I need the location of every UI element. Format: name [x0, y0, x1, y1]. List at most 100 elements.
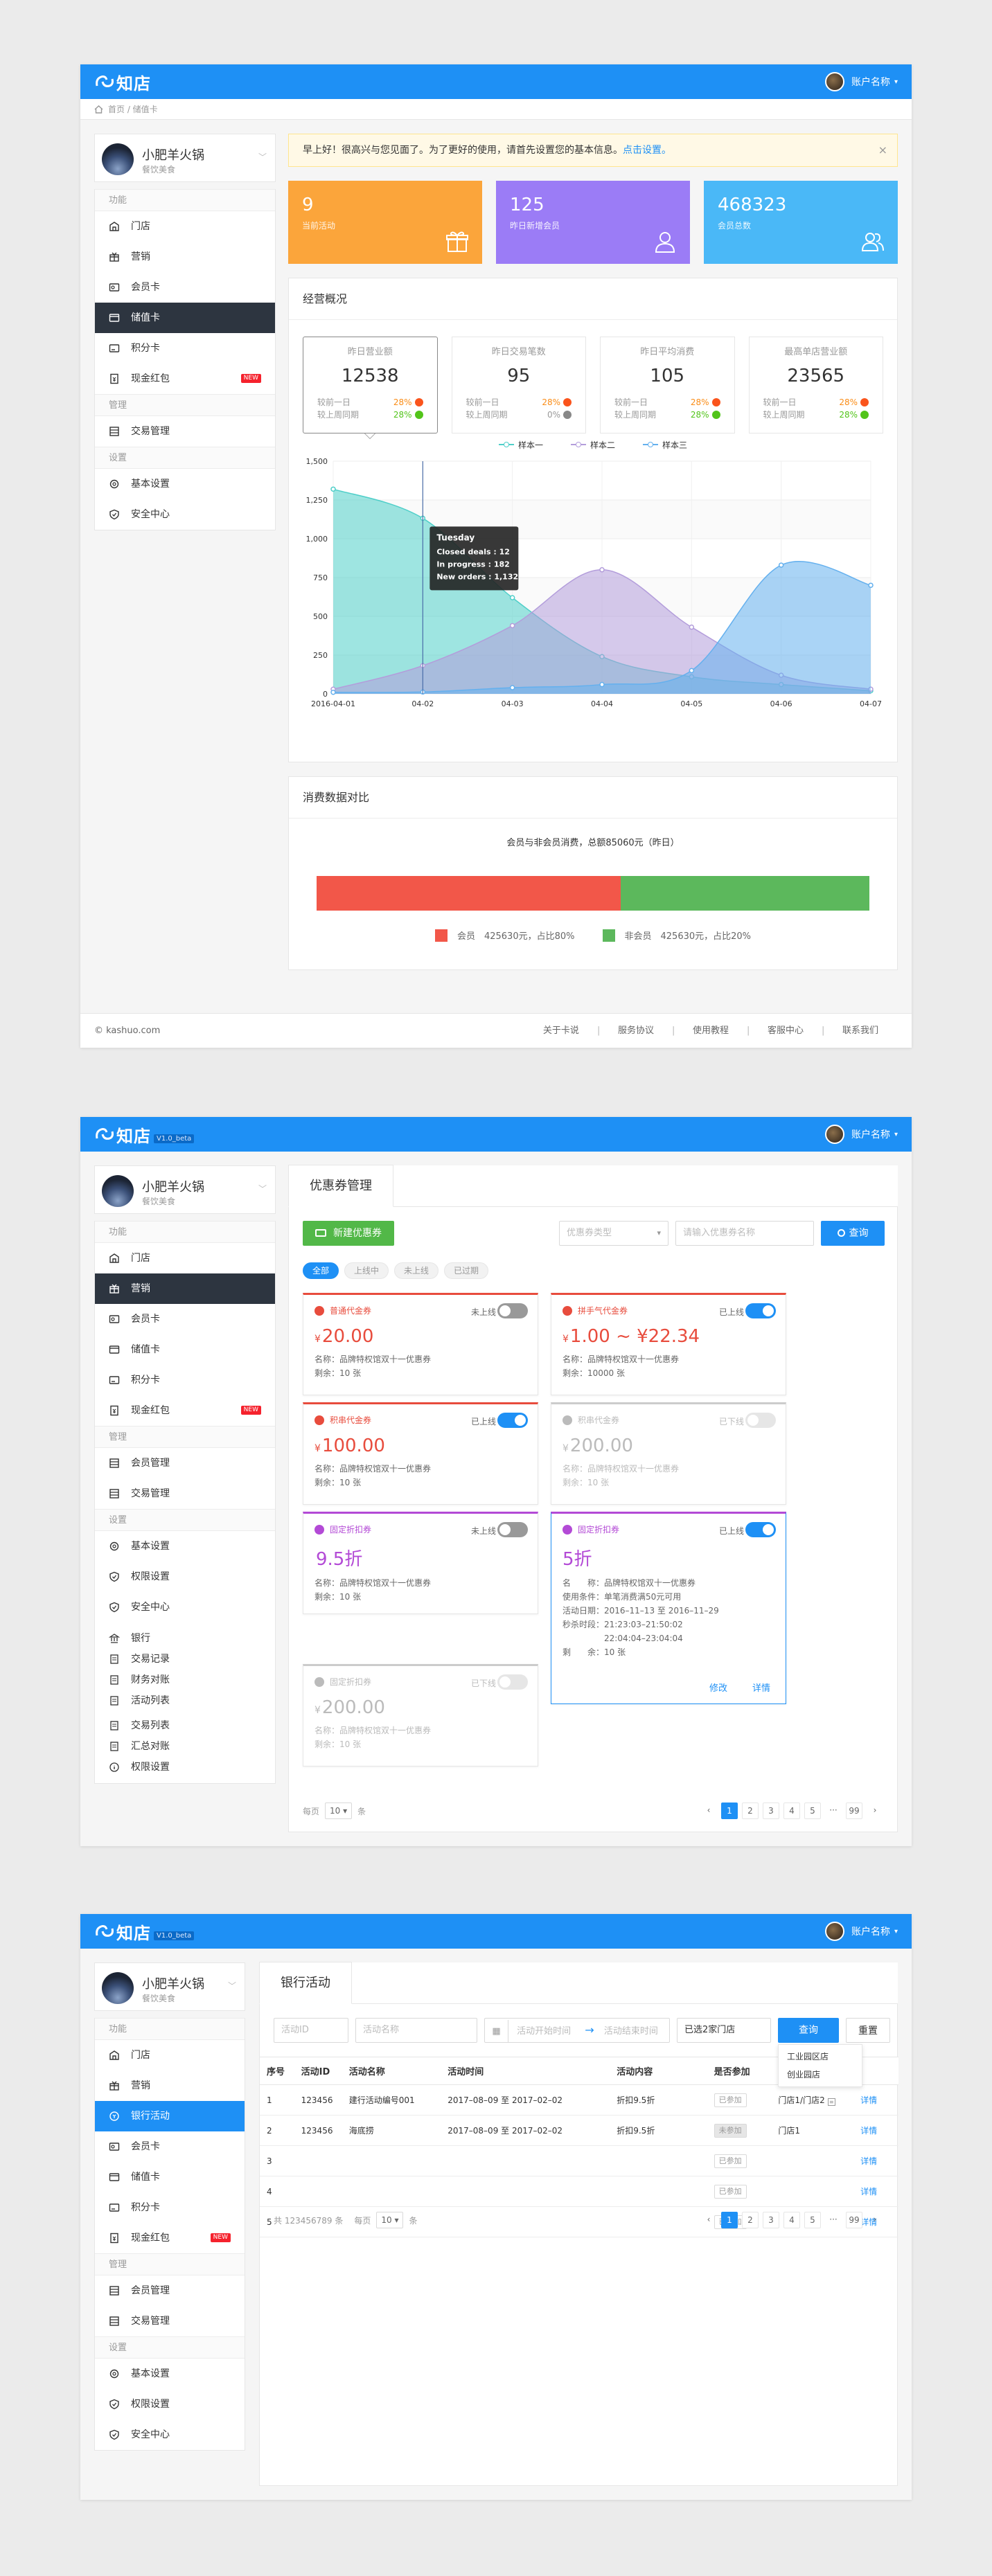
- footer-link-1[interactable]: 服务协议: [597, 1014, 673, 1048]
- stat-card-1[interactable]: 125 昨日新增会员: [496, 181, 690, 264]
- detail-link[interactable]: 详情: [860, 2126, 877, 2136]
- page-4[interactable]: 4: [783, 2212, 800, 2228]
- sidebar-item-items1-3[interactable]: 会员卡: [95, 2131, 245, 2162]
- tab-coupon-management[interactable]: 优惠券管理: [288, 1165, 393, 1207]
- sidebar-item-items1-5[interactable]: 现金红包 NEW: [95, 364, 275, 394]
- sidebar-item-extra-1[interactable]: 交易记录: [95, 1649, 275, 1670]
- store-list-icon[interactable]: ≡: [827, 2098, 835, 2106]
- sidebar-item-items1-5[interactable]: 现金红包 NEW: [95, 1395, 275, 1426]
- sidebar-item-items3-0[interactable]: 基本设置: [95, 2359, 245, 2389]
- next-page-button[interactable]: ›: [867, 1803, 883, 1819]
- sidebar-item-items1-2[interactable]: 会员卡: [95, 1304, 275, 1334]
- page-99[interactable]: 99: [846, 1803, 862, 1819]
- kpi-card-2[interactable]: 昨日平均消费 105 较前一日 28% 较上周同期 28%: [600, 337, 735, 433]
- filter-chip-1[interactable]: 上线中: [344, 1262, 389, 1279]
- sidebar-item-items3-2[interactable]: 安全中心: [95, 1592, 275, 1622]
- page-1[interactable]: 1: [721, 1803, 738, 1819]
- close-icon[interactable]: ×: [878, 134, 887, 166]
- coupon-card-2[interactable]: 积串代金券 已上线 ¥100.00 名称：品牌特权馆双十一优惠券 剩余：10 张: [303, 1402, 538, 1505]
- sidebar-item-extra-6[interactable]: 权限设置: [95, 1757, 275, 1778]
- per-page-select[interactable]: 10 ▾: [376, 2212, 404, 2228]
- reset-button[interactable]: 重置: [846, 2018, 890, 2043]
- sidebar-item-items1-0[interactable]: 门店: [95, 211, 275, 242]
- detail-link[interactable]: 详情: [860, 2156, 877, 2166]
- sidebar-item-items1-1[interactable]: 营销: [95, 242, 275, 272]
- notice-setup-link[interactable]: 点击设置。: [623, 145, 671, 156]
- sidebar-item-items3-0[interactable]: 基本设置: [95, 469, 275, 499]
- sidebar-item-items1-1[interactable]: 营销: [95, 2070, 245, 2101]
- coupon-online-toggle[interactable]: [497, 1413, 528, 1428]
- sidebar-item-items3-2[interactable]: 安全中心: [95, 2420, 245, 2450]
- filter-chip-0[interactable]: 全部: [303, 1262, 339, 1279]
- stat-card-0[interactable]: 9 当前活动: [288, 181, 482, 264]
- home-icon[interactable]: [94, 105, 103, 114]
- footer-link-0[interactable]: 关于卡说: [524, 1014, 599, 1048]
- account-menu[interactable]: 账户名称 ▾: [824, 1125, 898, 1144]
- per-page-select[interactable]: 10 ▾: [325, 1803, 353, 1819]
- filter-chip-2[interactable]: 未上线: [394, 1262, 439, 1279]
- footer-link-3[interactable]: 客服中心: [747, 1014, 823, 1048]
- legend-item-2[interactable]: 样本三: [643, 438, 687, 451]
- coupon-card-5[interactable]: 固定折扣券 已下线 ¥200.00 名称：品牌特权馆双十一优惠券 剩余：10 张: [303, 1664, 538, 1766]
- footer-link-4[interactable]: 联系我们: [822, 1014, 898, 1048]
- date-range-picker[interactable]: ▦ 活动开始时间 → 活动结束时间: [484, 2018, 670, 2043]
- page-5[interactable]: 5: [804, 2212, 821, 2228]
- search-button[interactable]: 查询: [821, 1221, 885, 1246]
- legend-item-1[interactable]: 样本二: [570, 438, 615, 451]
- sidebar-item-items2-1[interactable]: 交易管理: [95, 2306, 245, 2336]
- store-option-1[interactable]: 创业园店: [779, 2066, 862, 2084]
- detail-link[interactable]: 详情: [860, 2187, 877, 2197]
- sidebar-item-items3-0[interactable]: 基本设置: [95, 1531, 275, 1562]
- edit-link[interactable]: 修改: [709, 1681, 727, 1694]
- coupon-online-toggle[interactable]: [497, 1674, 528, 1690]
- store-switcher[interactable]: 小肥羊火锅 餐饮美食 ﹀: [94, 1962, 245, 2011]
- coupon-online-toggle[interactable]: [497, 1522, 528, 1537]
- sidebar-item-items2-0[interactable]: 交易管理: [95, 416, 275, 447]
- page-5[interactable]: 5: [804, 1803, 821, 1819]
- sidebar-item-items2-0[interactable]: 会员管理: [95, 2275, 245, 2306]
- coupon-card-0[interactable]: 普通代金券 未上线 ¥20.00 名称：品牌特权馆双十一优惠券 剩余：10 张: [303, 1293, 538, 1395]
- page-3[interactable]: 3: [763, 1803, 779, 1819]
- sidebar-item-items1-0[interactable]: 门店: [95, 2040, 245, 2070]
- prev-page-button[interactable]: ‹: [700, 2212, 717, 2228]
- sidebar-item-items1-0[interactable]: 门店: [95, 1243, 275, 1273]
- coupon-card-4[interactable]: 固定折扣券 未上线 9.5折 名称：品牌特权馆双十一优惠券 剩余：10 张: [303, 1512, 538, 1614]
- sidebar-item-items1-3[interactable]: 储值卡: [95, 1334, 275, 1365]
- sidebar-item-items3-1[interactable]: 安全中心: [95, 499, 275, 530]
- activity-name-input[interactable]: 活动名称: [355, 2018, 477, 2043]
- page-4[interactable]: 4: [783, 1803, 800, 1819]
- query-button[interactable]: 查询: [778, 2018, 839, 2043]
- sidebar-item-items2-0[interactable]: 会员管理: [95, 1448, 275, 1478]
- sidebar-item-items1-5[interactable]: 积分卡: [95, 2192, 245, 2223]
- coupon-online-toggle[interactable]: [745, 1413, 776, 1428]
- sidebar-item-items3-1[interactable]: 权限设置: [95, 1562, 275, 1592]
- sidebar-item-extra-5[interactable]: 汇总对账: [95, 1736, 275, 1757]
- account-menu[interactable]: 账户名称 ▾: [824, 72, 898, 91]
- sidebar-item-items1-4[interactable]: 积分卡: [95, 333, 275, 364]
- end-time-placeholder[interactable]: 活动结束时间: [600, 2026, 658, 2037]
- stat-card-2[interactable]: 468323 会员总数: [704, 181, 898, 264]
- page-2[interactable]: 2: [742, 1803, 759, 1819]
- coupon-type-select[interactable]: 优惠券类型 ▾: [559, 1221, 668, 1246]
- sidebar-item-items1-2[interactable]: 银行活动: [95, 2101, 245, 2131]
- detail-link[interactable]: 详情: [860, 2095, 877, 2105]
- detail-link[interactable]: 详情: [752, 1681, 770, 1694]
- kpi-card-3[interactable]: 最高单店营业额 23565 较前一日 28% 较上周同期 28%: [748, 337, 883, 433]
- logo[interactable]: 知店 V1.0_beta: [94, 1125, 195, 1146]
- store-switcher[interactable]: 小肥羊火锅 餐饮美食 ﹀: [94, 134, 276, 182]
- next-page-button[interactable]: ›: [867, 2212, 883, 2228]
- kpi-card-0[interactable]: 昨日营业额 12538 较前一日 28% 较上周同期 28%: [303, 337, 438, 439]
- avatar[interactable]: [824, 1922, 844, 1941]
- coupon-online-toggle[interactable]: [745, 1303, 776, 1318]
- avatar[interactable]: [824, 72, 844, 91]
- coupon-card-3[interactable]: 积串代金券 已下线 ¥200.00 名称：品牌特权馆双十一优惠券 剩余：10 张: [551, 1402, 786, 1505]
- coupon-card-1[interactable]: 拼手气代金券 已上线 ¥1.00 ~ ¥22.34 名称：品牌特权馆双十一优惠券 剩余：…: [551, 1293, 786, 1395]
- page-2[interactable]: 2: [742, 2212, 759, 2228]
- activity-id-input[interactable]: 活动ID: [274, 2018, 348, 2043]
- logo[interactable]: 知店: [94, 72, 151, 93]
- account-menu[interactable]: 账户名称 ▾: [824, 1922, 898, 1941]
- sidebar-item-extra-2[interactable]: 财务对账: [95, 1670, 275, 1690]
- avatar[interactable]: [824, 1125, 844, 1144]
- coupon-card-detail[interactable]: 固定折扣券 已上线 5折名 称：品牌特权馆双十一优惠券 使用条件：单笔消费满50元可用…: [551, 1512, 786, 1704]
- coupon-online-toggle[interactable]: [745, 1522, 776, 1537]
